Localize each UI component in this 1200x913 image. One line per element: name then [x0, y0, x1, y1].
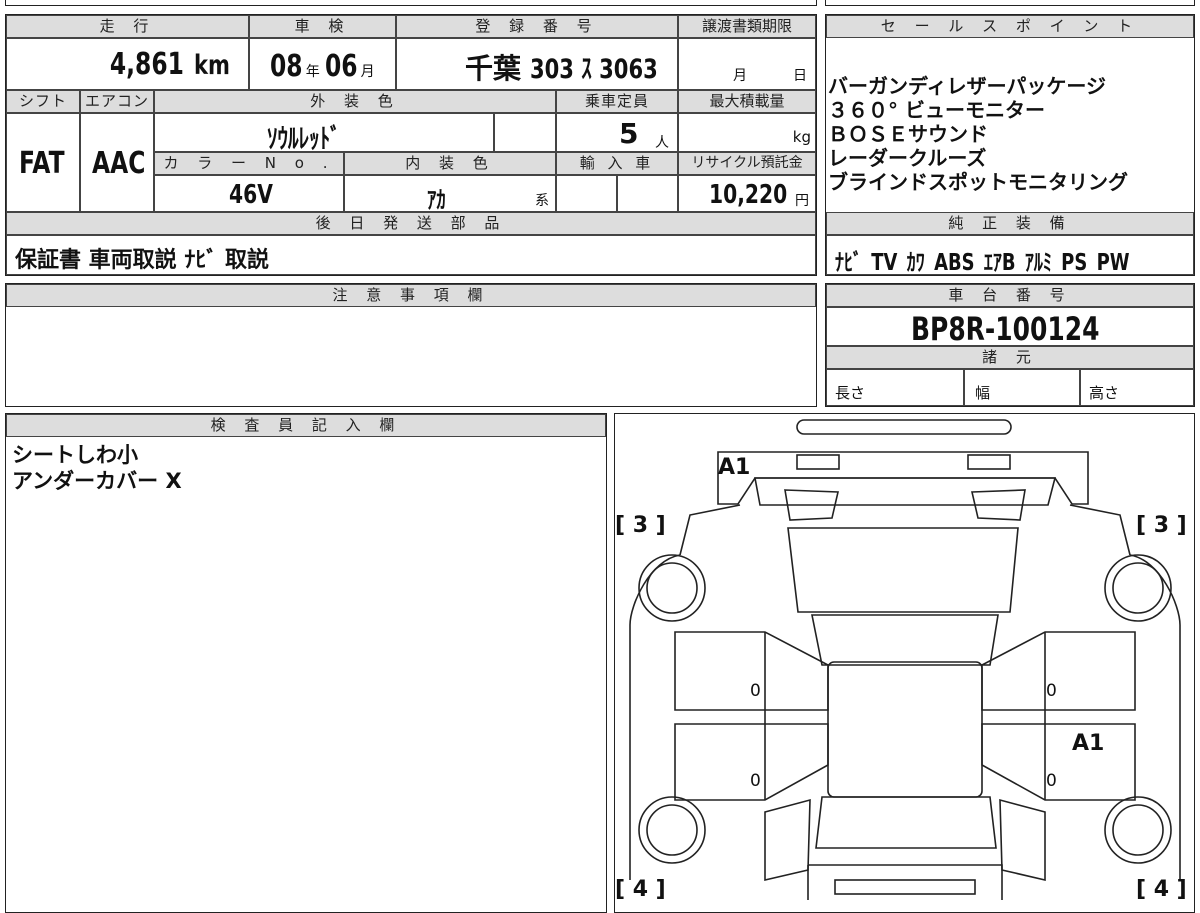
aircon-cell: AAC [80, 113, 154, 212]
recycle-cell: 10,220 円 [678, 175, 816, 212]
aircon-header: エアコン [80, 90, 154, 113]
capacity-value: 5 [619, 117, 639, 150]
registration-number: 303 ｽ 3063 [530, 54, 658, 85]
exterior-color-cell: ｿｳﾙﾚｯﾄﾞ [154, 113, 494, 155]
top-cropped-row [5, 0, 817, 6]
width-cell: 幅 [964, 369, 1080, 406]
year-unit: 年 [305, 64, 320, 80]
mileage-header: 走 行 [6, 15, 249, 38]
capacity-header: 乗車定員 [556, 90, 678, 113]
import-header: 輸 入 車 [556, 152, 678, 175]
inspection-cell: 08 年 06 月 [249, 38, 396, 90]
interior-color-value: ｱｶ [427, 186, 446, 214]
mileage-unit: km [193, 50, 230, 81]
sales-point-item: バーガンディレザーパッケージ [828, 74, 1106, 98]
exterior-color-header: 外 装 色 [154, 90, 556, 113]
exterior-color-value: ｿｳﾙﾚｯﾄﾞ [267, 124, 341, 155]
mileage-cell: 4,861 km [6, 38, 249, 90]
specs-header: 諸 元 [826, 346, 1194, 369]
inspection-header: 車 検 [249, 15, 396, 38]
shift-header: シフト [6, 90, 80, 113]
length-cell: 長さ [826, 369, 964, 406]
mileage-value: 4,861 [109, 47, 184, 82]
height-cell: 高さ [1080, 369, 1194, 406]
interior-color-suffix: 系 [535, 193, 549, 209]
inspector-note: アンダーカバー X [12, 469, 182, 493]
capacity-cell: 5 人 [556, 113, 678, 152]
sales-point-list: バーガンディレザーパッケージ ３６０° ビューモニター ＢＯＳＥサウンド レーダ… [828, 74, 1194, 194]
length-label: 長さ [835, 384, 866, 402]
registration-area: 千葉 [465, 52, 522, 85]
capacity-unit: 人 [655, 135, 669, 151]
color-no-cell: 46V [154, 175, 344, 212]
sales-point-header: セ ー ル ス ポ イ ン ト [826, 15, 1194, 38]
import-cell-b [617, 175, 678, 212]
color-no-header: カ ラ ー N o . [154, 152, 344, 175]
shift-value: FAT [19, 146, 65, 181]
car-diagram-box [614, 413, 1195, 913]
shift-cell: FAT [6, 113, 80, 212]
inspector-header: 検 査 員 記 入 欄 [6, 414, 606, 437]
height-label: 高さ [1089, 384, 1120, 402]
registration-cell: 千葉 303 ｽ 3063 [396, 38, 678, 90]
interior-color-cell: ｱｶ 系 [344, 175, 556, 214]
max-load-cell: kg [678, 113, 816, 152]
chassis-number: BP8R-100124 [911, 310, 1100, 348]
import-cell-a [556, 175, 617, 212]
top-cropped-row-right [825, 0, 1195, 6]
genuine-equipment-cell: ﾅﾋﾞ TV ｶﾜ ABS ｴｱB ｱﾙﾐ PS PW [826, 235, 1194, 276]
sales-point-item: レーダークルーズ [828, 146, 987, 170]
interior-color-header: 内 装 色 [344, 152, 556, 175]
recycle-header: リサイクル預託金 [678, 152, 816, 175]
inspector-note: シートしわ小 [12, 443, 138, 467]
exterior-color-code-cell [494, 113, 556, 152]
max-load-header: 最大積載量 [678, 90, 816, 113]
transfer-deadline-cell: 月 日 [678, 38, 816, 90]
deadline-month-label: 月 [733, 68, 747, 84]
inspector-notes: シートしわ小 アンダーカバー X [12, 442, 182, 494]
color-no-value: 46V [229, 180, 273, 210]
deadline-day-label: 日 [793, 68, 807, 84]
chassis-header: 車 台 番 号 [826, 284, 1194, 307]
registration-header: 登 録 番 号 [396, 15, 678, 38]
inspection-year: 08 [270, 49, 303, 84]
genuine-equipment-value: ﾅﾋﾞ TV ｶﾜ ABS ｴｱB ｱﾙﾐ PS PW [835, 250, 1130, 276]
later-parts-value: 保証書 車両取説 ﾅﾋﾞ 取説 [15, 248, 269, 273]
later-parts-cell: 保証書 車両取説 ﾅﾋﾞ 取説 [6, 235, 816, 275]
aircon-value: AAC [92, 146, 146, 181]
width-label: 幅 [975, 384, 991, 402]
sales-point-item: ブラインドスポットモニタリング [828, 170, 1128, 194]
chassis-cell: BP8R-100124 [826, 307, 1194, 348]
inspection-month: 06 [324, 49, 358, 84]
sales-point-item: ＢＯＳＥサウンド [828, 122, 988, 146]
month-unit: 月 [360, 64, 375, 80]
recycle-fee-value: 10,220 [709, 180, 788, 210]
notes-header: 注 意 事 項 欄 [6, 284, 816, 307]
transfer-deadline-header: 譲渡書類期限 [678, 15, 816, 38]
later-parts-header: 後 日 発 送 部 品 [6, 212, 816, 235]
genuine-equipment-header: 純 正 装 備 [826, 212, 1194, 235]
sales-point-item: ３６０° ビューモニター [828, 98, 1045, 122]
recycle-fee-unit: 円 [795, 193, 809, 209]
max-load-unit: kg [792, 128, 811, 146]
